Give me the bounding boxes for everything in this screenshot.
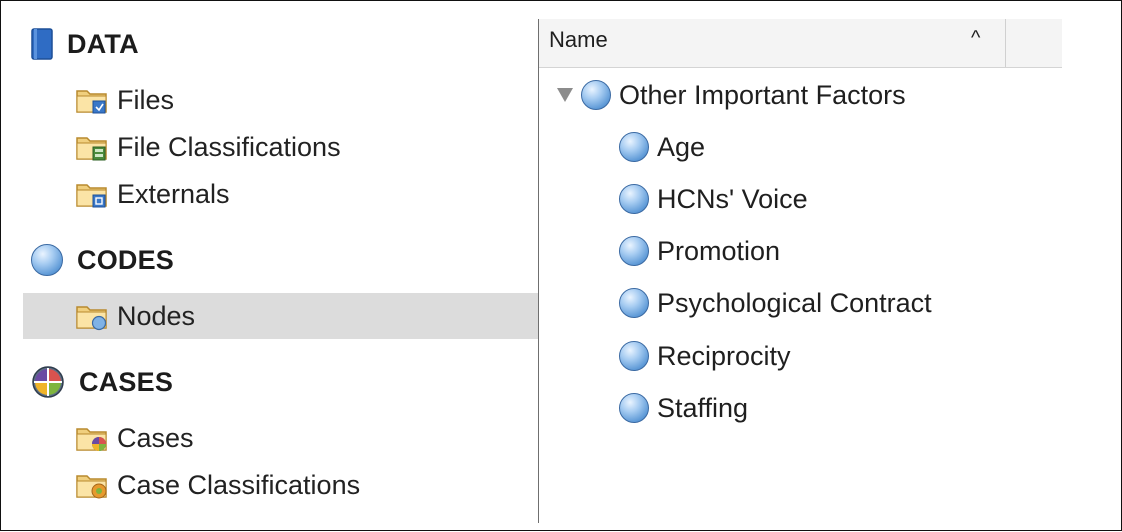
sidebar-item-label: Cases [117, 422, 194, 453]
tree-row[interactable]: Psychological Contract [619, 281, 932, 325]
node-label: Age [657, 131, 706, 162]
section-data-label: DATA [67, 28, 139, 59]
sort-ascending-icon[interactable]: ^ [971, 27, 980, 50]
tree-row-parent[interactable]: Other Important Factors [557, 73, 906, 117]
node-list-pane: Name ^ Other Important Factors Age HCNs'… [539, 19, 1122, 519]
tree-row[interactable]: HCNs' Voice [619, 177, 808, 221]
node-label: Psychological Contract [657, 287, 932, 318]
sidebar-item-label: Nodes [117, 300, 196, 331]
sidebar-item-file-classifications[interactable]: File Classifications [23, 124, 538, 170]
folder-case-icon [76, 428, 107, 451]
name-column-header[interactable]: Name ^ [539, 19, 1062, 68]
node-icon [581, 80, 611, 110]
sidebar-item-label: Files [117, 84, 175, 115]
folder-external-icon [76, 184, 107, 208]
sidebar-item-case-classifications[interactable]: Case Classifications [23, 462, 538, 508]
node-icon [619, 288, 649, 318]
window-frame: DATA Files File Classifications External… [0, 0, 1122, 531]
node-icon [619, 393, 649, 423]
node-icon [619, 132, 649, 162]
sidebar-item-files[interactable]: Files [23, 77, 538, 123]
sidebar-item-cases[interactable]: Cases [23, 415, 538, 461]
node-icon [619, 341, 649, 371]
sidebar-item-nodes[interactable]: Nodes [23, 293, 538, 339]
node-label: Staffing [657, 392, 749, 423]
column-separator[interactable] [1005, 19, 1006, 67]
tree-row[interactable]: Promotion [619, 229, 780, 273]
section-codes[interactable]: CODES [31, 244, 174, 276]
node-label: Promotion [657, 235, 781, 266]
node-label: HCNs' Voice [657, 183, 808, 214]
case-icon [32, 366, 64, 398]
section-data[interactable]: DATA [31, 28, 139, 60]
node-icon [31, 244, 63, 276]
column-header-label: Name [549, 27, 608, 52]
section-cases[interactable]: CASES [31, 365, 173, 399]
node-label: Reciprocity [657, 340, 791, 371]
section-codes-label: CODES [77, 244, 175, 275]
section-cases-label: CASES [79, 366, 174, 397]
sidebar-item-externals[interactable]: Externals [23, 171, 538, 217]
tree-row[interactable]: Age [619, 125, 705, 169]
sidebar-item-label: Case Classifications [117, 469, 361, 500]
book-icon [31, 28, 53, 60]
navigation-pane: DATA Files File Classifications External… [1, 1, 538, 532]
folder-file-icon [76, 90, 107, 114]
folder-node-icon [76, 306, 107, 331]
node-icon [619, 184, 649, 214]
folder-classification-icon [76, 137, 107, 161]
tree-row[interactable]: Reciprocity [619, 334, 791, 378]
sidebar-item-label: File Classifications [117, 131, 341, 162]
folder-case-classification-icon [76, 475, 107, 499]
node-icon [619, 236, 649, 266]
disclosure-triangle-icon[interactable] [557, 88, 573, 102]
node-label: Other Important Factors [619, 79, 906, 110]
sidebar-item-label: Externals [117, 178, 230, 209]
tree-row[interactable]: Staffing [619, 386, 748, 430]
